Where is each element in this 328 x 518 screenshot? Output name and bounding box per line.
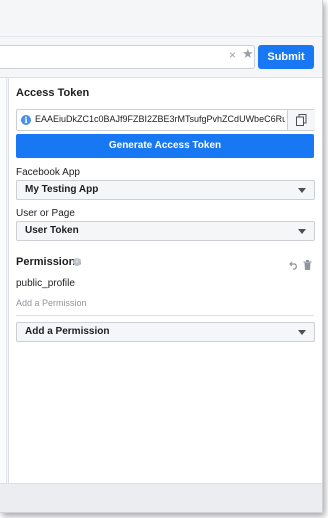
access-token-heading: Access Token	[16, 87, 90, 99]
help-icon[interactable]: i	[73, 258, 81, 266]
user-or-page-select[interactable]: User Token	[16, 221, 315, 241]
trash-icon[interactable]	[303, 260, 312, 270]
copy-token-button[interactable]	[287, 110, 315, 130]
graph-query-input[interactable]	[0, 45, 255, 69]
chevron-down-icon	[298, 229, 306, 234]
add-permission-select[interactable]: Add a Permission	[16, 322, 315, 342]
user-or-page-label: User or Page	[16, 208, 75, 219]
top-bar	[0, 0, 322, 37]
submit-button[interactable]: Submit	[258, 45, 314, 69]
access-token-value[interactable]: EAAEiuDkZC1c0BAJf9FZBI2ZBE3rMTsufgPvhZCd…	[35, 114, 285, 128]
star-icon[interactable]: ★	[242, 46, 254, 62]
user-or-page-value: User Token	[25, 225, 79, 236]
left-rail	[0, 78, 7, 483]
add-permission-select-label: Add a Permission	[25, 326, 110, 337]
undo-icon[interactable]	[289, 260, 299, 270]
chevron-down-icon	[298, 330, 306, 335]
facebook-app-value: My Testing App	[25, 184, 99, 195]
permission-divider	[16, 315, 314, 316]
facebook-app-label: Facebook App	[16, 167, 80, 178]
info-icon[interactable]: i	[21, 115, 31, 125]
permissions-heading: Permissions	[16, 256, 82, 268]
chevron-down-icon	[298, 188, 306, 193]
footer-bar	[0, 483, 322, 512]
generate-access-token-button[interactable]: Generate Access Token	[16, 134, 314, 158]
facebook-app-select[interactable]: My Testing App	[16, 180, 315, 200]
access-token-field[interactable]: i EAAEiuDkZC1c0BAJf9FZBI2ZBE3rMTsufgPvhZ…	[16, 109, 315, 131]
copy-icon	[296, 114, 307, 126]
clear-icon[interactable]: ×	[229, 48, 236, 62]
permission-item[interactable]: public_profile	[16, 278, 75, 289]
add-permission-input[interactable]: Add a Permission	[16, 298, 87, 308]
